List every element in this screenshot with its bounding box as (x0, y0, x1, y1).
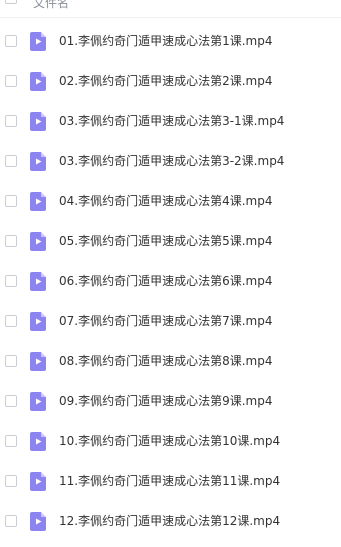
file-name[interactable]: 03.李佩约奇门遁甲速成心法第3-1课.mp4 (59, 113, 284, 129)
file-row[interactable]: 03.李佩约奇门遁甲速成心法第3-2课.mp4 (0, 141, 341, 181)
file-name[interactable]: 05.李佩约奇门遁甲速成心法第5课.mp4 (59, 233, 272, 249)
file-name[interactable]: 01.李佩约奇门遁甲速成心法第1课.mp4 (59, 33, 272, 49)
file-row[interactable]: 06.李佩约奇门遁甲速成心法第6课.mp4 (0, 261, 341, 301)
file-name[interactable]: 02.李佩约奇门遁甲速成心法第2课.mp4 (59, 73, 272, 89)
video-file-icon (30, 232, 46, 251)
row-checkbox[interactable] (5, 235, 17, 247)
row-checkbox[interactable] (5, 355, 17, 367)
video-file-icon (30, 72, 46, 91)
row-checkbox[interactable] (5, 75, 17, 87)
video-file-icon (30, 472, 46, 491)
row-checkbox[interactable] (5, 395, 17, 407)
row-checkbox[interactable] (5, 195, 17, 207)
row-checkbox[interactable] (5, 155, 17, 167)
row-checkbox[interactable] (5, 275, 17, 287)
row-checkbox[interactable] (5, 35, 17, 47)
file-row[interactable]: 10.李佩约奇门遁甲速成心法第10课.mp4 (0, 421, 341, 461)
row-checkbox[interactable] (5, 515, 17, 527)
video-file-icon (30, 192, 46, 211)
file-name[interactable]: 11.李佩约奇门遁甲速成心法第11课.mp4 (59, 473, 280, 489)
file-name[interactable]: 04.李佩约奇门遁甲速成心法第4课.mp4 (59, 193, 272, 209)
select-all-checkbox[interactable] (5, 0, 17, 4)
file-row[interactable]: 01.李佩约奇门遁甲速成心法第1课.mp4 (0, 21, 341, 61)
file-name[interactable]: 08.李佩约奇门遁甲速成心法第8课.mp4 (59, 353, 272, 369)
row-checkbox[interactable] (5, 115, 17, 127)
video-file-icon (30, 32, 46, 51)
file-name[interactable]: 12.李佩约奇门遁甲速成心法第12课.mp4 (59, 513, 280, 529)
video-file-icon (30, 392, 46, 411)
video-file-icon (30, 312, 46, 331)
file-list-header: 文件名 (0, 0, 341, 18)
video-file-icon (30, 152, 46, 171)
file-row[interactable]: 08.李佩约奇门遁甲速成心法第8课.mp4 (0, 341, 341, 381)
file-list: 01.李佩约奇门遁甲速成心法第1课.mp4 02.李佩约奇门遁甲速成心法第2课.… (0, 21, 341, 541)
file-row[interactable]: 03.李佩约奇门遁甲速成心法第3-1课.mp4 (0, 101, 341, 141)
row-checkbox[interactable] (5, 315, 17, 327)
header-divider (0, 17, 341, 18)
video-file-icon (30, 352, 46, 371)
file-row[interactable]: 02.李佩约奇门遁甲速成心法第2课.mp4 (0, 61, 341, 101)
file-row[interactable]: 07.李佩约奇门遁甲速成心法第7课.mp4 (0, 301, 341, 341)
file-name[interactable]: 06.李佩约奇门遁甲速成心法第6课.mp4 (59, 273, 272, 289)
file-row[interactable]: 11.李佩约奇门遁甲速成心法第11课.mp4 (0, 461, 341, 501)
file-name[interactable]: 07.李佩约奇门遁甲速成心法第7课.mp4 (59, 313, 272, 329)
file-name[interactable]: 03.李佩约奇门遁甲速成心法第3-2课.mp4 (59, 153, 284, 169)
column-header-filename[interactable]: 文件名 (33, 0, 69, 10)
video-file-icon (30, 272, 46, 291)
video-file-icon (30, 112, 46, 131)
file-row[interactable]: 05.李佩约奇门遁甲速成心法第5课.mp4 (0, 221, 341, 261)
file-row[interactable]: 04.李佩约奇门遁甲速成心法第4课.mp4 (0, 181, 341, 221)
file-name[interactable]: 09.李佩约奇门遁甲速成心法第9课.mp4 (59, 393, 272, 409)
video-file-icon (30, 432, 46, 451)
file-row[interactable]: 09.李佩约奇门遁甲速成心法第9课.mp4 (0, 381, 341, 421)
row-checkbox[interactable] (5, 475, 17, 487)
file-name[interactable]: 10.李佩约奇门遁甲速成心法第10课.mp4 (59, 433, 280, 449)
row-checkbox[interactable] (5, 435, 17, 447)
file-row[interactable]: 12.李佩约奇门遁甲速成心法第12课.mp4 (0, 501, 341, 541)
video-file-icon (30, 512, 46, 531)
